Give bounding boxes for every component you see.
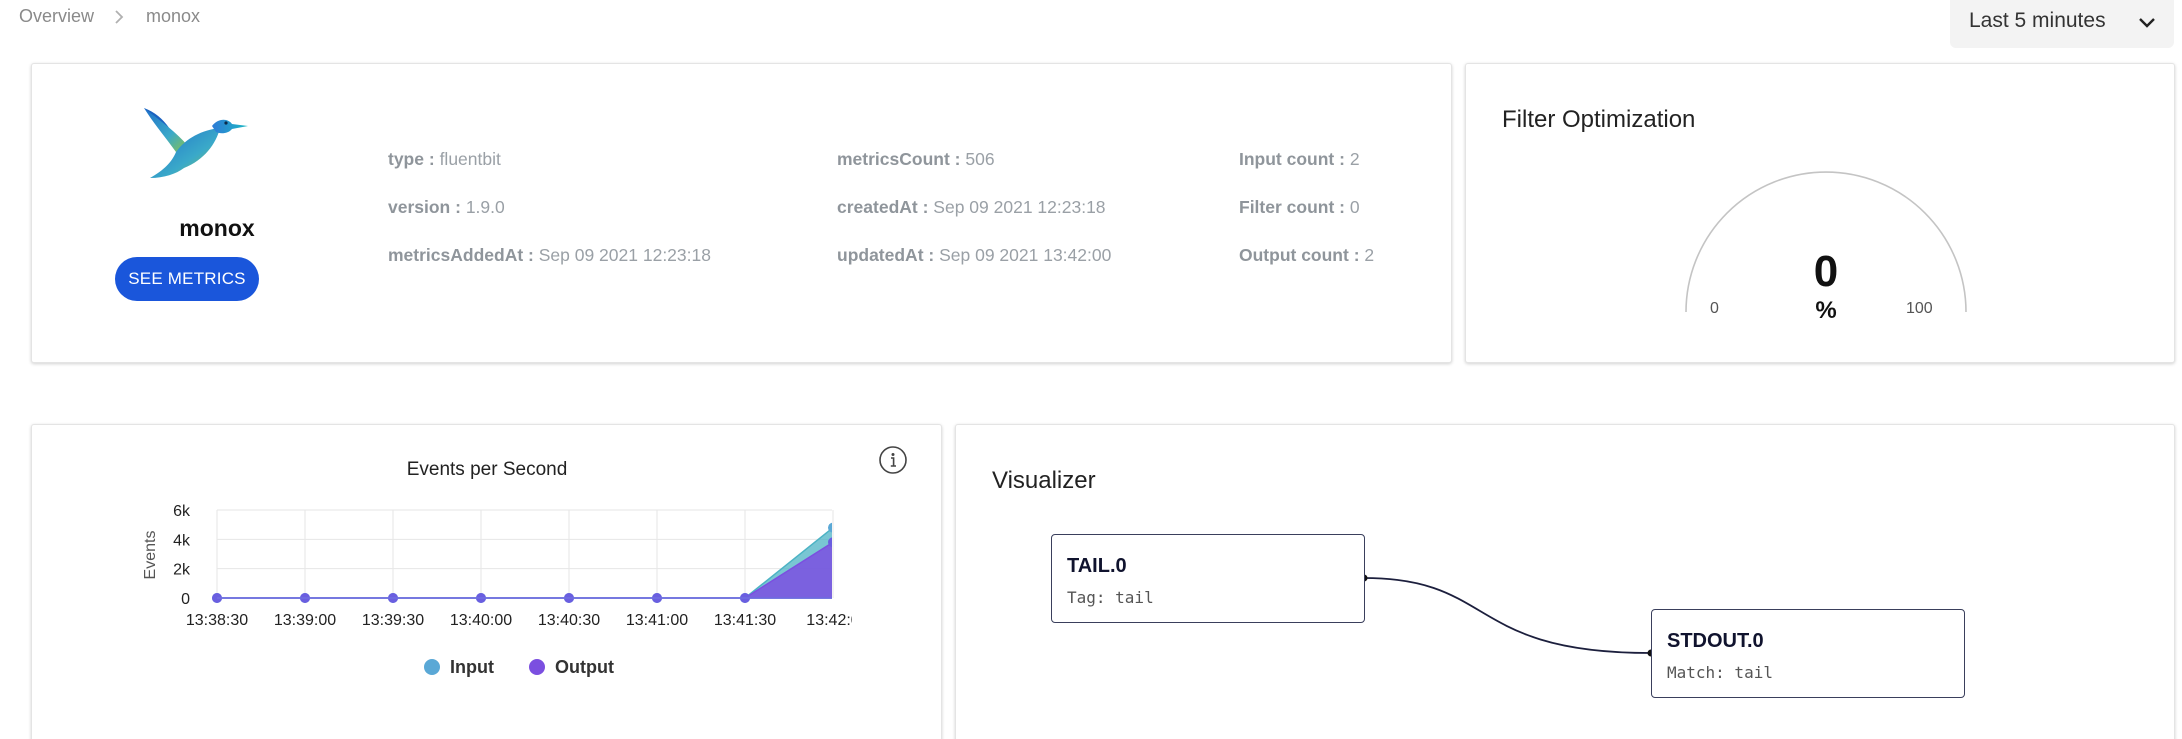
meta-metrics-added-value: Sep 09 2021 12:23:18 (538, 245, 711, 265)
node-stdout-title: STDOUT.0 (1667, 630, 1764, 652)
meta-metrics-count: metricsCount : 506 (837, 149, 995, 170)
y-tick-label: 6k (173, 503, 191, 520)
meta-updated-value: Sep 09 2021 13:42:00 (939, 245, 1112, 265)
x-tick-label: 13:42:0 (806, 612, 859, 629)
meta-filter-count: Filter count : 0 (1239, 197, 1360, 218)
chevron-down-icon (2138, 11, 2156, 35)
area-input (217, 527, 832, 599)
meta-input-count: Input count : 2 (1239, 149, 1360, 170)
node-stdout-match: Match: tail (1667, 663, 1773, 682)
meta-updated-label: updatedAt : (837, 245, 935, 265)
hummingbird-logo (144, 108, 248, 178)
filter-optimization-card: Filter Optimization 0 % 0 100 (1465, 63, 2175, 363)
node-tail-title: TAIL.0 (1067, 555, 1127, 577)
agent-name: monox (179, 215, 255, 241)
meta-output-count: Output count : 2 (1239, 245, 1374, 266)
node-stdout[interactable]: STDOUT.0 Match: tail (1651, 609, 1965, 698)
y-tick-label: 0 (181, 591, 190, 608)
meta-metrics-count-value: 506 (965, 149, 995, 169)
legend-marker (424, 659, 440, 675)
legend-label: Input (450, 657, 494, 677)
breadcrumb-overview[interactable]: Overview (19, 6, 94, 27)
y-tick-label: 4k (173, 532, 191, 549)
filter-optimization-title: Filter Optimization (1502, 106, 1696, 133)
legend-marker (529, 659, 545, 675)
meta-output-count-label: Output count : (1239, 245, 1360, 265)
meta-output-count-value: 2 (1364, 245, 1375, 265)
events-chart: Events per Second 0 2k 4k 6k Events 13:38:30 13… (142, 459, 859, 677)
meta-version-value: 1.9.0 (465, 197, 505, 217)
page: Overview monox Last 5 minutes monox SEE … (0, 0, 2182, 739)
meta-metrics-count-label: metricsCount : (837, 149, 961, 169)
meta-created-label: createdAt : (837, 197, 929, 217)
x-tick-label: 13:40:30 (538, 612, 600, 629)
time-range-label: Last 5 minutes (1969, 9, 2106, 32)
breadcrumb: Overview monox (19, 6, 200, 27)
meta-input-count-value: 2 (1349, 149, 1360, 169)
meta-metrics-added: metricsAddedAt : Sep 09 2021 12:23:18 (388, 245, 711, 266)
agent-info-card: monox SEE METRICS type : fluentbit versi… (31, 63, 1452, 363)
gauge-min: 0 (1710, 300, 1719, 317)
x-tick-label: 13:39:30 (362, 612, 424, 629)
node-tail-tag: Tag: tail (1067, 588, 1154, 607)
chart-title: Events per Second (407, 459, 568, 480)
x-tick-label: 13:41:30 (714, 612, 776, 629)
meta-metrics-added-label: metricsAddedAt : (388, 245, 534, 265)
x-tick-label: 13:40:00 (450, 612, 512, 629)
node-tail[interactable]: TAIL.0 Tag: tail (1051, 534, 1365, 623)
legend-label: Output (555, 657, 614, 677)
breadcrumb-current: monox (146, 6, 201, 26)
y-tick-label: 2k (173, 562, 191, 579)
time-range-select[interactable]: Last 5 minutes (1950, 0, 2174, 48)
area-output (217, 542, 832, 599)
meta-created: createdAt : Sep 09 2021 12:23:18 (837, 197, 1106, 218)
edge-tail-stdout (1363, 577, 1652, 654)
y-axis-label: Events (142, 531, 159, 580)
gauge-max: 100 (1906, 300, 1933, 317)
meta-filter-count-label: Filter count : (1239, 197, 1345, 217)
chevron-right-icon (114, 9, 124, 25)
x-tick-label: 13:38:30 (186, 612, 248, 629)
meta-created-value: Sep 09 2021 12:23:18 (933, 197, 1106, 217)
visualizer-card: Visualizer TAIL.0 Tag: tail STDOUT.0 Mat… (955, 424, 2175, 739)
see-metrics-button[interactable]: SEE METRICS (115, 257, 259, 301)
gauge-unit: % (1815, 297, 1837, 324)
x-tick-label: 13:41:00 (626, 612, 688, 629)
meta-type-label: type : (388, 149, 435, 169)
meta-updated: updatedAt : Sep 09 2021 13:42:00 (837, 245, 1111, 266)
meta-version-label: version : (388, 197, 461, 217)
meta-type-value: fluentbit (439, 149, 501, 169)
meta-filter-count-value: 0 (1349, 197, 1360, 217)
x-tick-label: 13:39:00 (274, 612, 336, 629)
events-chart-card: Events per Second 0 2k 4k 6k Events 13:38:30 13… (31, 424, 942, 739)
info-icon[interactable] (878, 445, 908, 475)
meta-version: version : 1.9.0 (388, 197, 505, 218)
meta-type: type : fluentbit (388, 149, 501, 170)
gauge-value: 0 (1813, 247, 1839, 296)
meta-input-count-label: Input count : (1239, 149, 1345, 169)
